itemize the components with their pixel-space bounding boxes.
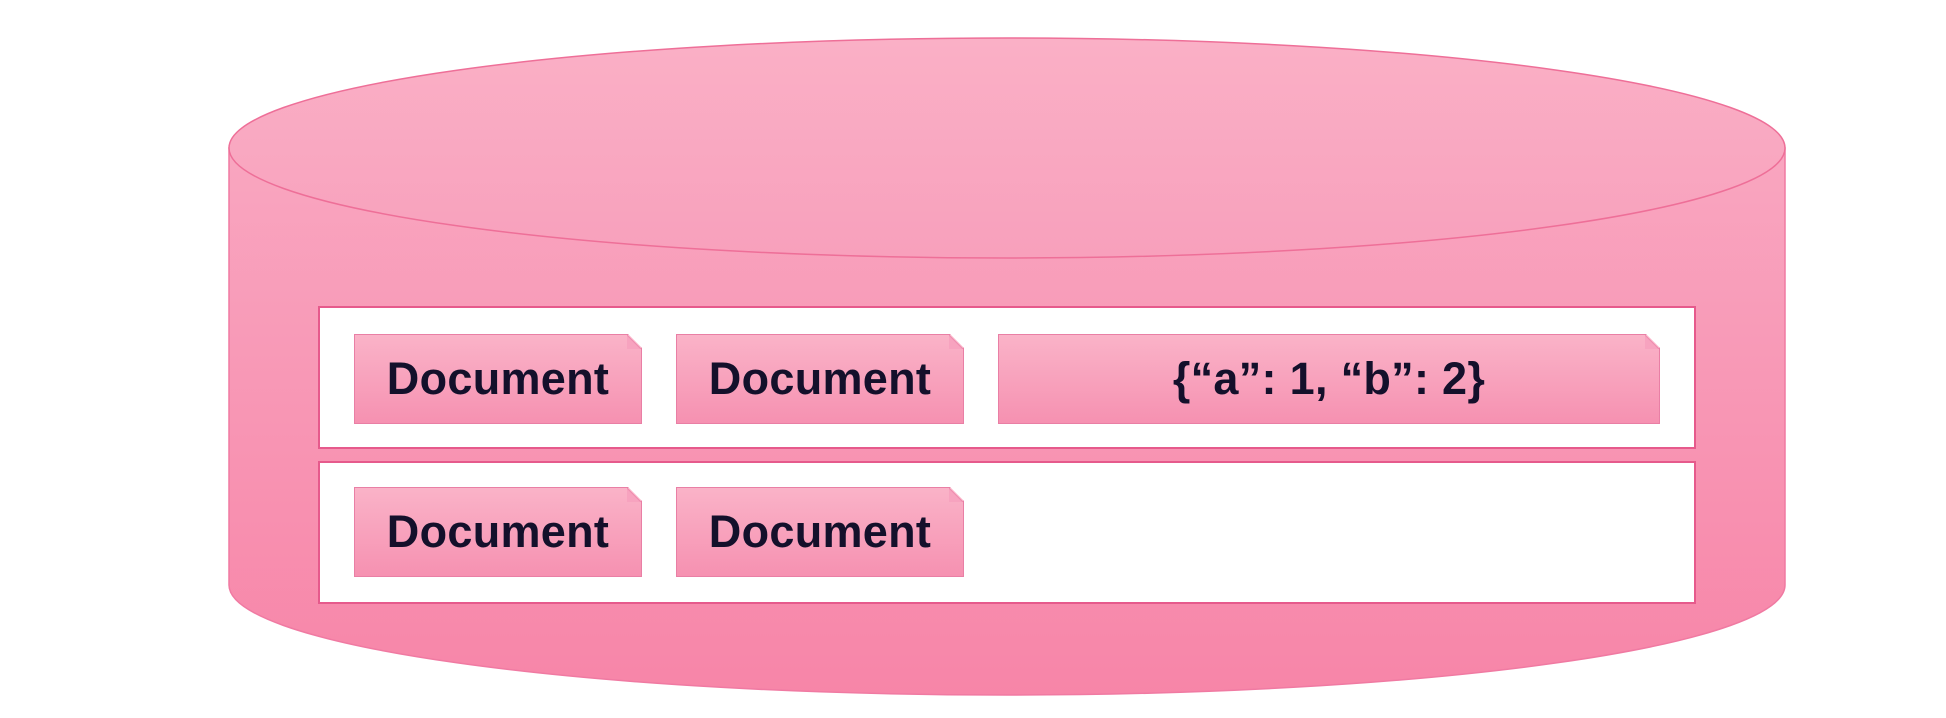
document-label: Document: [386, 506, 610, 557]
folded-corner-icon: [949, 335, 963, 349]
collection-1: Document Document {“a”: 1, “b”: 2}: [318, 306, 1696, 449]
folded-corner-icon: [627, 488, 641, 502]
document-label: Document: [386, 353, 610, 404]
collection-2: Document Document: [318, 461, 1696, 604]
json-document-label: {“a”: 1, “b”: 2}: [1172, 353, 1486, 404]
json-document-card[interactable]: {“a”: 1, “b”: 2}: [998, 334, 1660, 424]
folded-corner-icon: [1645, 335, 1659, 349]
cylinder-top: [228, 37, 1786, 259]
document-card[interactable]: Document: [354, 487, 642, 577]
document-card[interactable]: Document: [676, 334, 964, 424]
folded-corner-icon: [949, 488, 963, 502]
document-label: Document: [708, 506, 932, 557]
document-card[interactable]: Document: [354, 334, 642, 424]
document-card[interactable]: Document: [676, 487, 964, 577]
folded-corner-icon: [627, 335, 641, 349]
document-label: Document: [708, 353, 932, 404]
